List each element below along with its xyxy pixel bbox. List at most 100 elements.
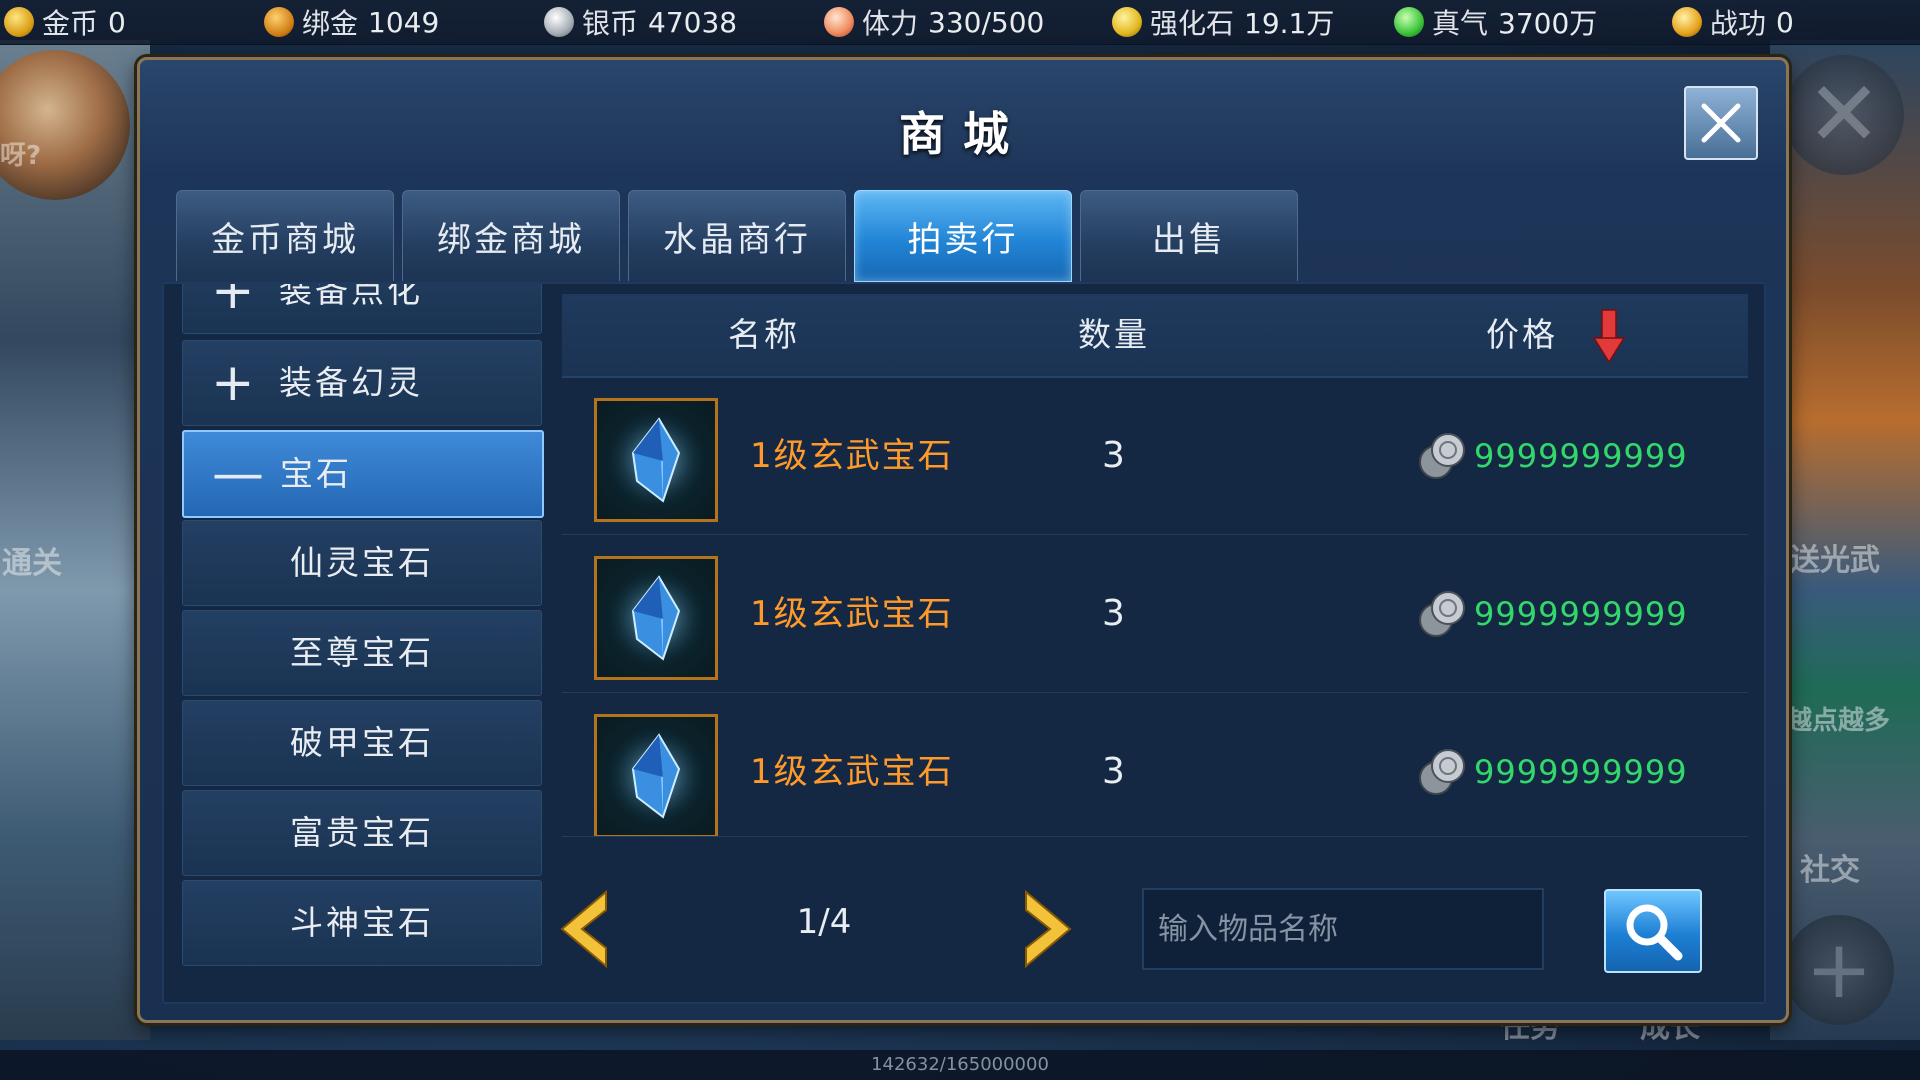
header-price[interactable]: 价格	[1486, 294, 1558, 376]
close-button[interactable]	[1684, 86, 1758, 160]
tab-crystal-shop[interactable]: 水晶商行	[628, 190, 846, 281]
silver-coin-icon	[544, 7, 574, 37]
header-name[interactable]: 名称	[728, 294, 800, 376]
item-slot[interactable]	[594, 714, 718, 836]
resource-value: 47038	[648, 5, 738, 39]
category-label: 装备幻灵	[279, 363, 423, 402]
silver-coin-icon	[1419, 433, 1465, 479]
price-value: 9999999999	[1474, 753, 1688, 791]
prev-page-arrow-icon[interactable]	[554, 884, 614, 974]
expand-plus-icon: +	[211, 284, 255, 321]
blue-gem-icon	[606, 726, 706, 826]
resource-label: 强化石	[1150, 7, 1235, 40]
table-header: 名称 数量 价格	[562, 294, 1748, 378]
resource-strengthen-stone: 强化石 19.1万	[1112, 4, 1334, 40]
dialog-title: 商城	[899, 107, 1027, 161]
tab-sell[interactable]: 出售	[1080, 190, 1298, 281]
table-row[interactable]: 1级玄武宝石 3 9999999999	[562, 694, 1748, 837]
blue-gem-icon	[606, 568, 706, 668]
item-price: 9999999999	[1416, 536, 1688, 692]
bg-right-text-3: 社交	[1800, 853, 1860, 888]
subcategory-battle-god-gem[interactable]: 斗神宝石	[182, 880, 542, 966]
resource-value: 19.1万	[1244, 7, 1335, 40]
resource-true-qi: 真气 3700万	[1394, 4, 1597, 40]
resource-label: 绑金	[302, 7, 359, 40]
bg-close-icon: ✕	[1784, 55, 1904, 175]
merit-trophy-icon	[1672, 7, 1702, 37]
item-name: 1级玄武宝石	[750, 436, 954, 476]
category-label: 宝石	[280, 454, 352, 493]
resource-label: 真气	[1432, 7, 1489, 40]
gold-coin-icon	[4, 7, 34, 37]
silver-coin-icon	[1419, 749, 1465, 795]
category-equip-spirit[interactable]: + 装备幻灵	[182, 340, 542, 426]
item-quantity: 3	[1102, 435, 1125, 476]
item-slot[interactable]	[594, 398, 718, 522]
stamina-icon	[824, 7, 854, 37]
resource-gold: 金币 0	[4, 4, 126, 40]
subcategory-wealth-gem[interactable]: 富贵宝石	[182, 790, 542, 876]
resource-value: 0	[1776, 5, 1794, 39]
item-name: 1级玄武宝石	[750, 752, 954, 792]
close-icon	[1701, 103, 1741, 143]
category-list[interactable]: + 装备点化 + 装备幻灵 — 宝石 仙灵宝石 至尊宝石 破甲宝石 富贵宝石 斗…	[182, 284, 544, 996]
resource-bound-gold: 绑金 1049	[264, 4, 439, 40]
category-gems[interactable]: — 宝石	[182, 430, 544, 518]
resource-merit: 战功 0	[1672, 4, 1794, 40]
collapse-minus-icon: —	[212, 444, 264, 504]
shop-dialog: 商城 金币商城 绑金商城 水晶商行 拍卖行 出售 + 装备点化 + 装备幻灵 —…	[137, 57, 1789, 1023]
resource-label: 金币	[42, 7, 99, 40]
blue-gem-icon	[606, 410, 706, 510]
table-row[interactable]: 1级玄武宝石 3 9999999999	[562, 378, 1748, 535]
subcategory-label: 富贵宝石	[290, 813, 434, 852]
search-icon	[1626, 904, 1683, 961]
exp-text: 142632/165000000	[871, 1054, 1049, 1075]
strengthen-stone-icon	[1112, 7, 1142, 37]
subcategory-fairy-gem[interactable]: 仙灵宝石	[182, 520, 542, 606]
subcategory-label: 斗神宝石	[290, 903, 434, 942]
resource-silver: 银币 47038	[544, 4, 737, 40]
bg-right-text-1: 送光武	[1790, 543, 1880, 578]
search-button[interactable]	[1604, 889, 1702, 973]
next-page-arrow-icon[interactable]	[1018, 884, 1078, 974]
tab-bound-gold-shop[interactable]: 绑金商城	[402, 190, 620, 281]
resource-label: 银币	[582, 7, 639, 40]
resource-value: 0	[108, 5, 126, 39]
exp-bar: 142632/165000000	[0, 1050, 1920, 1080]
item-price: 9999999999	[1416, 694, 1688, 836]
resource-label: 战功	[1710, 7, 1767, 40]
item-quantity: 3	[1102, 593, 1125, 634]
subcategory-label: 仙灵宝石	[290, 543, 434, 582]
auction-panel: + 装备点化 + 装备幻灵 — 宝石 仙灵宝石 至尊宝石 破甲宝石 富贵宝石 斗…	[162, 282, 1766, 1004]
item-quantity: 3	[1102, 751, 1125, 792]
item-name: 1级玄武宝石	[750, 594, 954, 634]
table-row[interactable]: 1级玄武宝石 3 9999999999	[562, 536, 1748, 693]
sort-descending-icon[interactable]	[1592, 308, 1626, 364]
shop-tabs: 金币商城 绑金商城 水晶商行 拍卖行 出售	[176, 190, 1306, 283]
resource-label: 体力	[862, 7, 919, 40]
item-price: 9999999999	[1416, 378, 1688, 534]
category-equip-refine[interactable]: + 装备点化	[182, 284, 542, 334]
page-indicator: 1/4	[796, 902, 852, 942]
bg-right-text-2: 越点越多	[1786, 706, 1891, 736]
price-value: 9999999999	[1474, 595, 1688, 633]
resource-stamina: 体力 330/500	[824, 4, 1044, 40]
bound-gold-icon	[264, 7, 294, 37]
bg-left-text-2: 通关	[2, 546, 62, 581]
true-qi-icon	[1394, 7, 1424, 37]
tab-gold-shop[interactable]: 金币商城	[176, 190, 394, 281]
search-input[interactable]	[1142, 888, 1544, 970]
subcategory-label: 至尊宝石	[290, 633, 434, 672]
bg-plus-icon: +	[1784, 915, 1894, 1025]
resource-bar: 金币 0 绑金 1049 银币 47038 体力 330/500 强化石 19.…	[0, 0, 1920, 45]
header-quantity[interactable]: 数量	[1078, 294, 1150, 376]
category-label: 装备点化	[279, 284, 423, 310]
resource-value: 3700万	[1498, 7, 1598, 40]
subcategory-supreme-gem[interactable]: 至尊宝石	[182, 610, 542, 696]
tab-auction-house[interactable]: 拍卖行	[854, 190, 1072, 282]
item-slot[interactable]	[594, 556, 718, 680]
subcategory-label: 破甲宝石	[290, 723, 434, 762]
silver-coin-icon	[1419, 591, 1465, 637]
resource-value: 1049	[368, 5, 440, 39]
subcategory-armor-break-gem[interactable]: 破甲宝石	[182, 700, 542, 786]
